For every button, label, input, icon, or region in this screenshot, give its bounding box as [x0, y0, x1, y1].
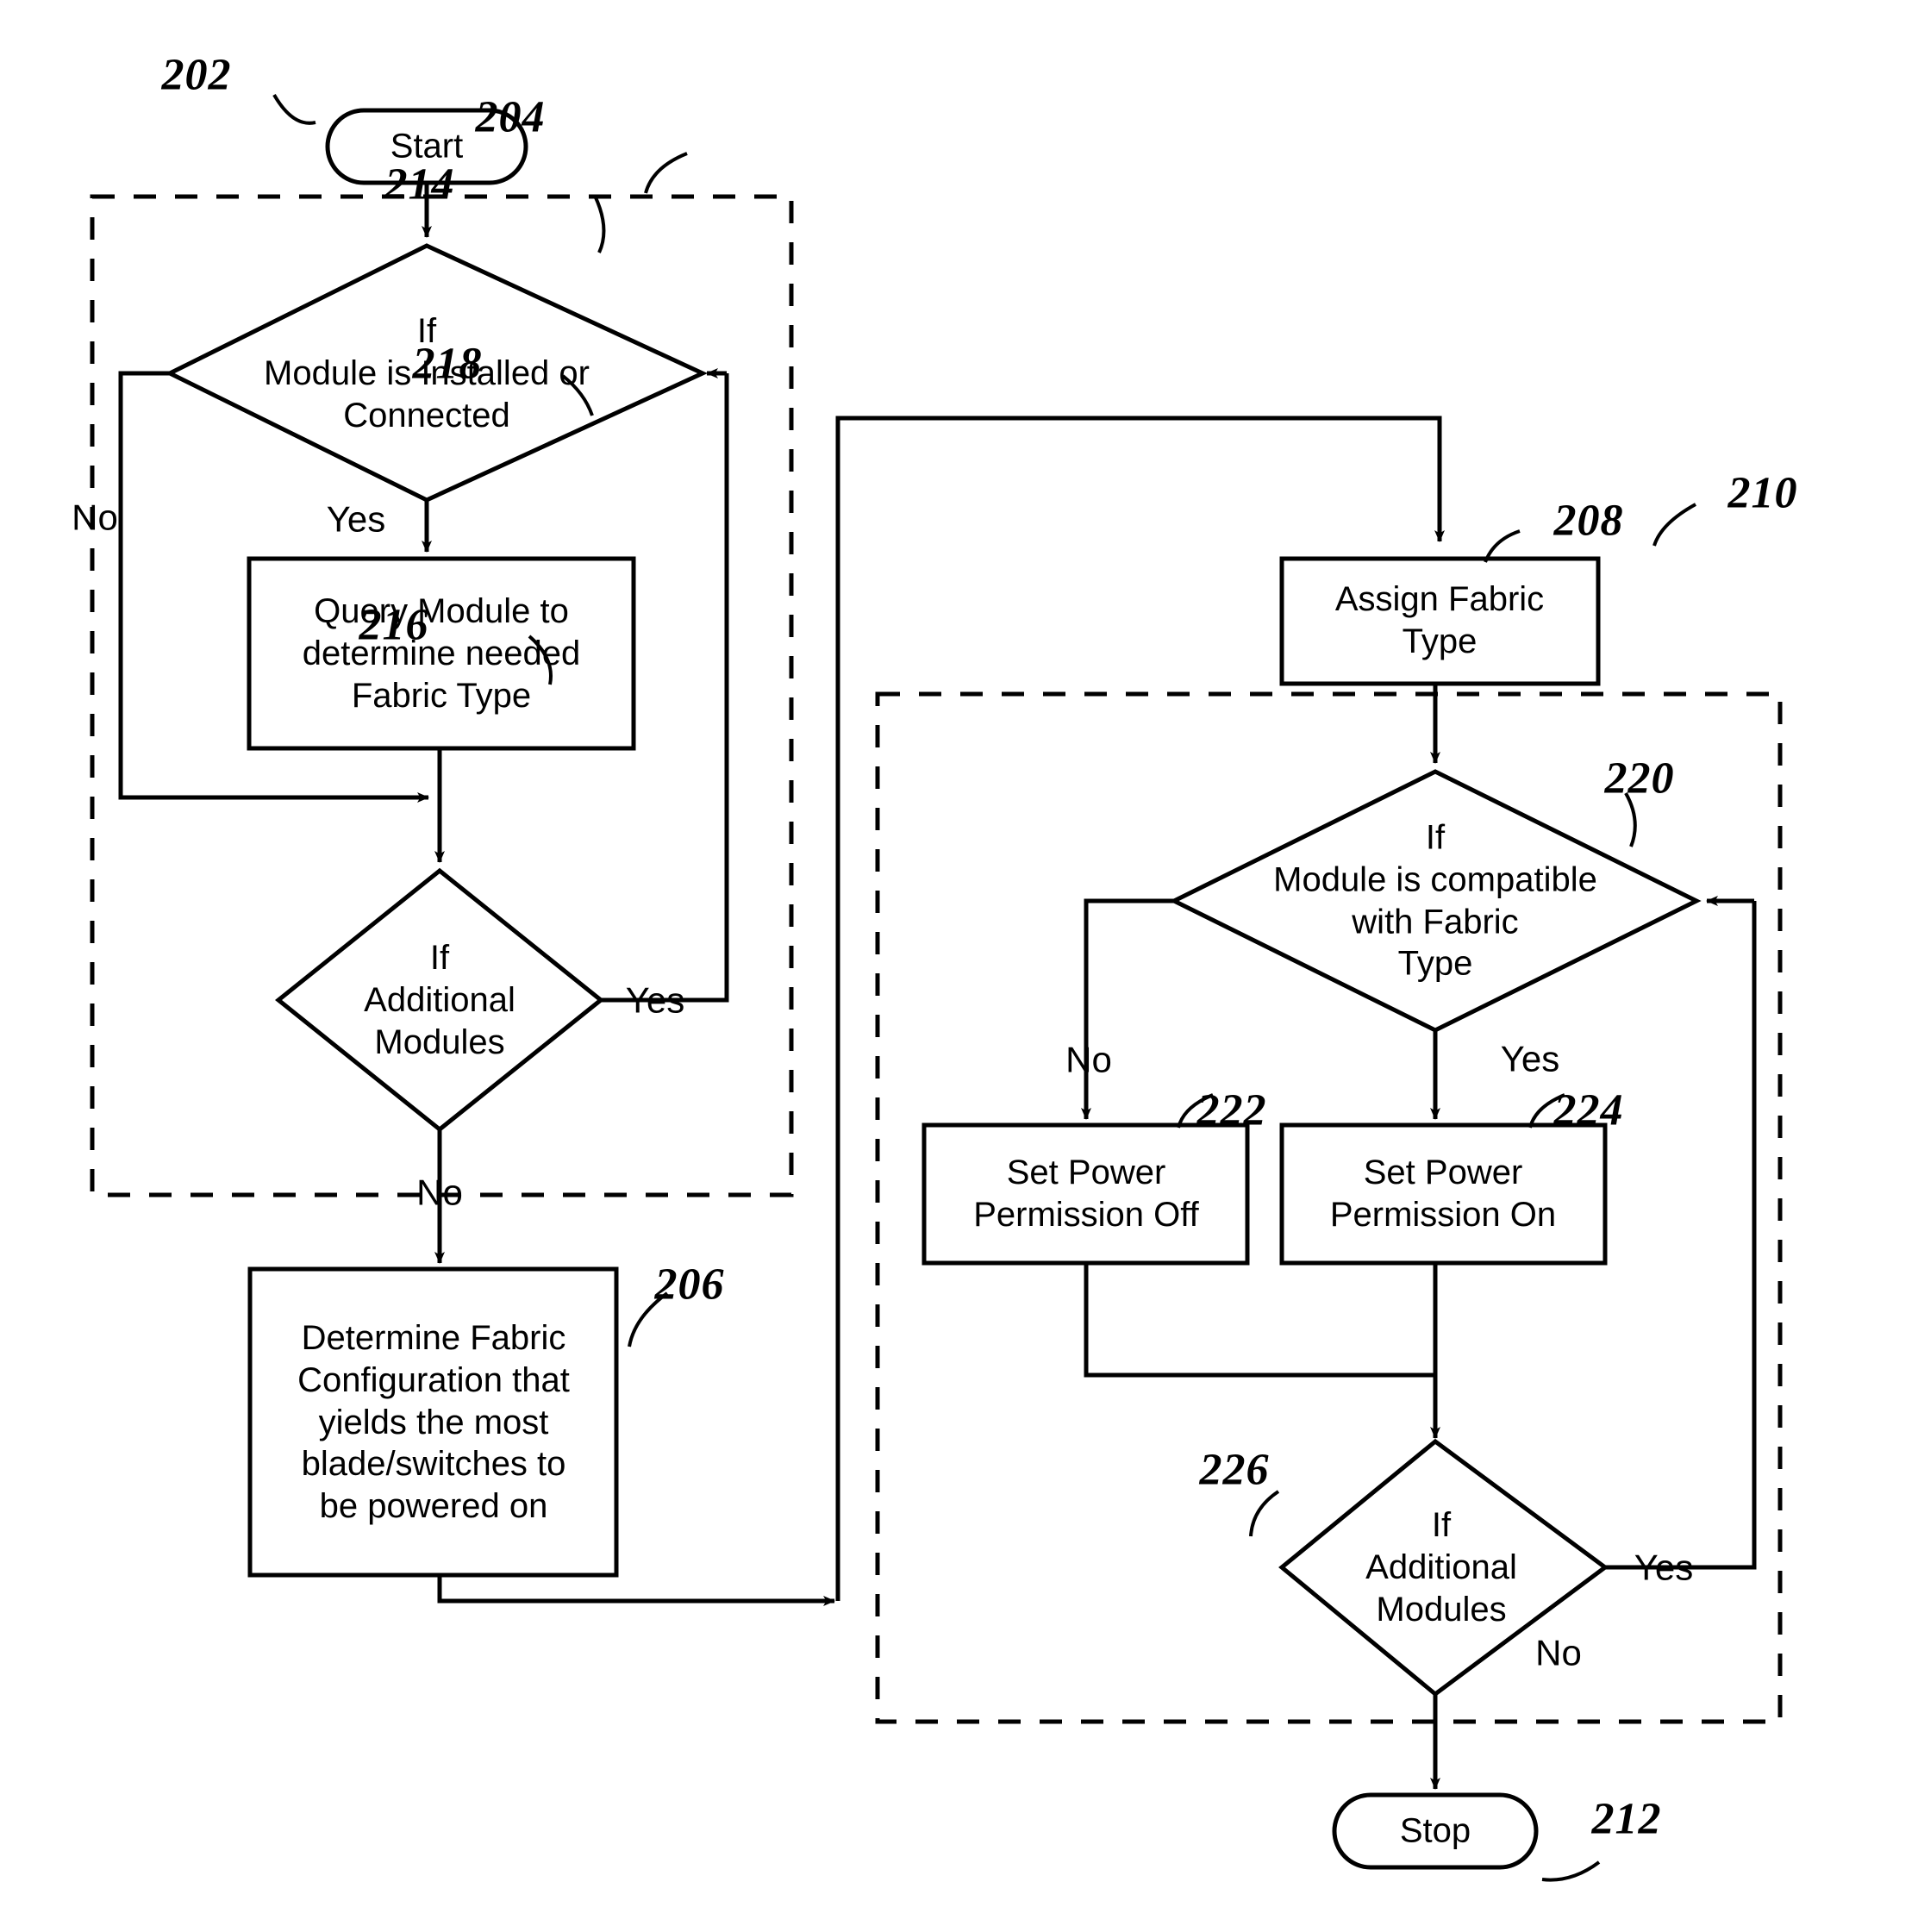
ref-number-210: 210 [1727, 468, 1798, 518]
assign-fabric-label: Assign Fabric Type [1334, 580, 1545, 660]
edge-label-226-no: No [1535, 1632, 1582, 1673]
power-off-label: Set Power Permission Off [973, 1154, 1199, 1234]
flowchart-graphics [90, 93, 1783, 1882]
ref-number-214: 214 [384, 159, 455, 209]
ref-number-218: 218 [412, 339, 483, 389]
edge-label-226-yes: Yes [1634, 1547, 1694, 1588]
ref-number-212: 212 [1591, 1794, 1662, 1844]
edge-label-214-no: No [72, 497, 118, 538]
edge-206-to-right [437, 1575, 828, 1604]
leader-204 [644, 152, 688, 194]
edge-label-216-no: No [416, 1172, 463, 1213]
ref-number-216: 216 [359, 600, 429, 650]
leader-214 [593, 195, 606, 253]
ref-number-222: 222 [1196, 1085, 1267, 1135]
edge-label-216-yes: Yes [625, 979, 685, 1021]
stop-node-label: Stop [1399, 1811, 1471, 1850]
leader-212 [1541, 1860, 1601, 1882]
decision-216-label: If Additional Modules [364, 938, 515, 1061]
leader-226 [1249, 1490, 1280, 1537]
flowchart-canvas: Start 202 204 If Module is Installed or … [0, 0, 1918, 1932]
ref-number-224: 224 [1553, 1085, 1624, 1135]
ref-number-220: 220 [1604, 753, 1675, 803]
decision-220-label: If Module is compatible with Fabric Type [1273, 818, 1597, 983]
ref-number-202: 202 [161, 50, 232, 100]
ref-number-208: 208 [1553, 496, 1624, 546]
decision-226-label: If Additional Modules [1365, 1505, 1517, 1629]
ref-number-204: 204 [475, 92, 546, 142]
ref-number-226: 226 [1199, 1445, 1270, 1495]
power-on-label: Set Power Permission On [1329, 1154, 1557, 1234]
leader-210 [1652, 503, 1696, 547]
determine-fabric-label: Determine Fabric Configuration that yiel… [297, 1319, 570, 1526]
edge-222-merge [1084, 1263, 1435, 1378]
ref-number-206: 206 [654, 1260, 725, 1310]
edge-label-214-yes: Yes [326, 498, 386, 540]
edge-label-220-yes: Yes [1500, 1038, 1560, 1079]
edge-226-yes [1605, 901, 1757, 1570]
leader-202 [272, 93, 316, 125]
query-module-label: Query Module to determine needed Fabric … [302, 591, 581, 715]
edge-label-220-no: No [1065, 1039, 1112, 1080]
